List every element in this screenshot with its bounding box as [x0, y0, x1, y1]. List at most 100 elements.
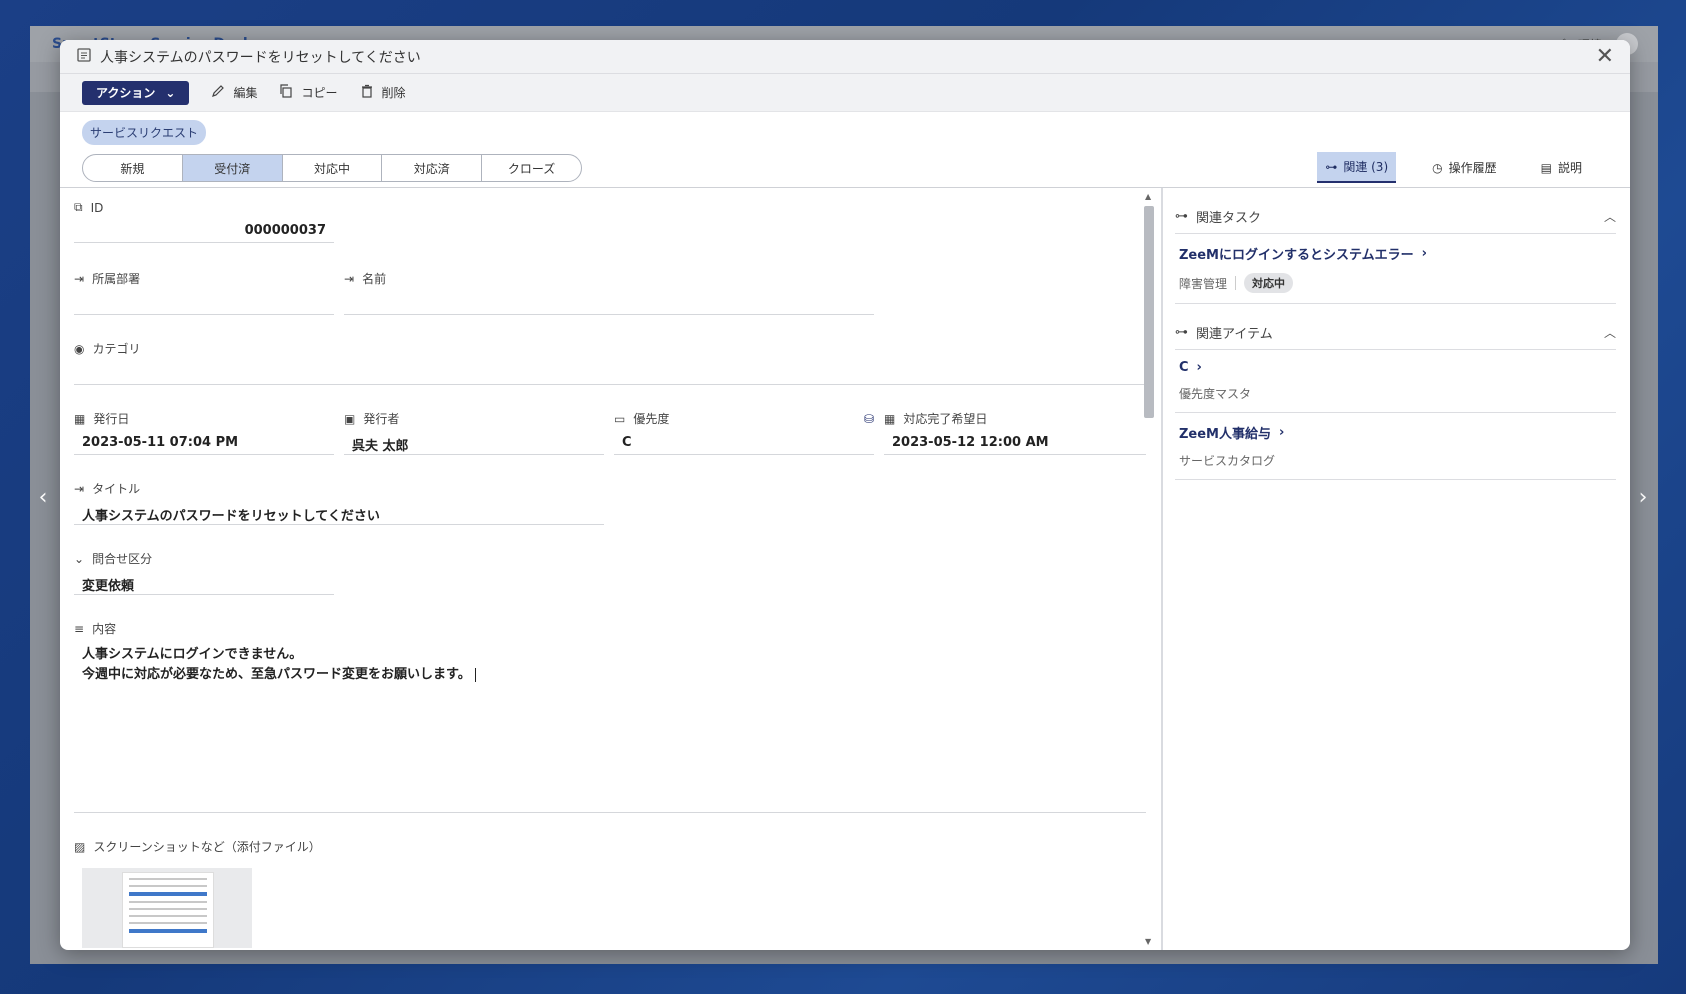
- field-priority: ▭ 優先度 ⛁ C: [614, 410, 874, 455]
- field-id-value: 000000037: [74, 223, 334, 243]
- field-inquiry-type: ⌄ 問合せ区分 変更依頼: [74, 550, 334, 595]
- database-icon[interactable]: ⛁: [864, 412, 874, 426]
- calendar-icon: ▦: [74, 411, 86, 426]
- attachment-thumbnail[interactable]: [82, 868, 252, 948]
- input-icon: ⇥: [74, 271, 85, 286]
- field-department: ⇥ 所属部署: [74, 270, 334, 315]
- modal-title: 人事システムのパスワードをリセットしてください: [100, 49, 421, 66]
- chevron-up-icon[interactable]: ︿: [1604, 324, 1616, 341]
- field-name-label: 名前: [362, 272, 387, 286]
- related-item-category: 優先度マスタ: [1179, 387, 1252, 401]
- related-task-link-text: ZeeMにログインするとシステムエラー: [1179, 248, 1414, 263]
- id-icon: ⧉: [74, 200, 83, 214]
- action-button-label: アクション: [96, 86, 156, 100]
- related-task-category: 障害管理: [1179, 276, 1228, 291]
- due-date-input[interactable]: 2023-05-12 12:00 AM: [884, 435, 1146, 455]
- document-icon: ▤: [1540, 160, 1552, 175]
- related-item-category: サービスカタログ: [1179, 454, 1276, 468]
- status-step-new[interactable]: 新規: [83, 155, 183, 181]
- input-icon: ⇥: [74, 481, 85, 496]
- record-type-chip: サービスリクエスト: [82, 120, 207, 145]
- field-priority-label: 優先度: [633, 412, 670, 426]
- status-step-resolved[interactable]: 対応済: [382, 155, 483, 181]
- field-title-label: タイトル: [92, 482, 141, 496]
- title-input[interactable]: 人事システムのパスワードをリセットしてください: [74, 505, 604, 525]
- related-items-header[interactable]: ⊶ 関連アイテム ︿: [1175, 316, 1616, 350]
- status-step-accepted[interactable]: 受付済: [182, 155, 283, 181]
- tab-history-label: 操作履歴: [1448, 161, 1497, 175]
- user-card-icon: ▣: [344, 411, 356, 426]
- priority-input[interactable]: C: [614, 435, 874, 455]
- status-badge: 対応中: [1244, 273, 1294, 293]
- field-content: ≡ 内容 人事システムにログインできません。 今週中に対応が必要なため、至急パスワ…: [74, 620, 1146, 770]
- record-form: ⧉ ID 000000037 ⇥ 所属部署 ⇥ 名前 ◉ カテゴリ ▦ 発行日 2023-…: [60, 188, 1163, 950]
- related-tasks-header[interactable]: ⊶ 関連タスク ︿: [1175, 200, 1616, 234]
- image-gallery-icon: ▨: [74, 839, 86, 854]
- inquiry-type-select[interactable]: 変更依頼: [74, 575, 334, 595]
- field-category-label: カテゴリ: [92, 342, 141, 356]
- field-issuer: ▣ 発行者 呉夫 太郎: [344, 410, 604, 455]
- field-issue-date-label: 発行日: [93, 412, 130, 426]
- action-button[interactable]: アクション ⌄: [82, 80, 190, 105]
- next-record-chevron-icon[interactable]: ›: [1630, 485, 1656, 510]
- scroll-up-icon[interactable]: ▲: [1145, 192, 1151, 201]
- radio-icon: ◉: [74, 341, 85, 356]
- text-cursor: [474, 667, 476, 682]
- copy-button-label: コピー: [301, 86, 338, 100]
- related-item-link[interactable]: C ›: [1179, 360, 1612, 375]
- field-title: ⇥ タイトル 人事システムのパスワードをリセットしてください: [74, 480, 604, 525]
- field-due-date-label: 対応完了希望日: [903, 412, 988, 426]
- copy-button[interactable]: コピー: [279, 84, 338, 101]
- chevron-right-icon: ›: [1279, 425, 1285, 440]
- trash-icon: [360, 84, 374, 101]
- status-step-closed[interactable]: クローズ: [482, 155, 581, 181]
- chevron-up-icon[interactable]: ︿: [1604, 208, 1616, 225]
- field-inquiry-type-label: 問合せ区分: [92, 552, 153, 566]
- field-id: ⧉ ID 000000037: [74, 200, 334, 243]
- content-line-2: 今週中に対応が必要なため、至急パスワード変更をお願いします。: [82, 667, 471, 682]
- tab-history[interactable]: ◷ 操作履歴: [1424, 153, 1505, 182]
- chevron-right-icon: ›: [1196, 360, 1202, 375]
- related-task-link[interactable]: ZeeMにログインするとシステムエラー ›: [1179, 244, 1612, 263]
- related-items-heading: 関連アイテム: [1196, 327, 1273, 342]
- related-panel: ⊶ 関連タスク ︿ ZeeMにログインするとシステムエラー › 障害管理 対応中…: [1163, 188, 1630, 950]
- field-category: ◉ カテゴリ: [74, 340, 1146, 385]
- department-input[interactable]: [74, 295, 334, 315]
- content-textarea[interactable]: 人事システムにログインできません。 今週中に対応が必要なため、至急パスワード変更…: [74, 645, 1146, 685]
- chevron-circle-icon: ⌄: [74, 551, 85, 566]
- field-due-date: ▦ 対応完了希望日 2023-05-12 12:00 AM: [884, 410, 1146, 455]
- tab-related[interactable]: ⊶ 関連 (3): [1317, 152, 1397, 183]
- status-progress: 新規 受付済 対応中 対応済 クローズ: [82, 154, 582, 182]
- related-task-item: ZeeMにログインするとシステムエラー › 障害管理 対応中: [1175, 234, 1616, 304]
- scroll-down-icon[interactable]: ▼: [1145, 937, 1151, 946]
- form-scrollbar[interactable]: ▲ ▼: [1143, 192, 1155, 946]
- edit-button[interactable]: 編集: [211, 84, 257, 101]
- status-step-in-progress[interactable]: 対応中: [283, 155, 383, 181]
- prev-record-chevron-icon[interactable]: ‹: [30, 485, 56, 510]
- field-content-label: 内容: [92, 622, 117, 636]
- hierarchy-icon: ⊶: [1325, 159, 1338, 174]
- name-input[interactable]: [344, 295, 874, 315]
- field-issue-date: ▦ 発行日 2023-05-11 07:04 PM: [74, 410, 334, 455]
- related-item-link-text: C: [1179, 360, 1189, 375]
- close-icon[interactable]: ✕: [1596, 45, 1614, 68]
- issuer-input[interactable]: 呉夫 太郎: [344, 435, 604, 455]
- field-issuer-label: 発行者: [363, 412, 400, 426]
- field-id-label: ID: [90, 200, 104, 215]
- field-name: ⇥ 名前: [344, 270, 874, 315]
- delete-button[interactable]: 削除: [360, 84, 406, 101]
- tab-related-label: 関連 (3): [1343, 160, 1389, 174]
- related-tasks-heading: 関連タスク: [1196, 211, 1262, 226]
- related-item: ZeeM人事給与 › サービスカタログ: [1175, 413, 1616, 480]
- tab-description[interactable]: ▤ 説明: [1533, 153, 1590, 182]
- issue-date-input[interactable]: 2023-05-11 07:04 PM: [74, 435, 334, 455]
- related-item-link-text: ZeeM人事給与: [1179, 427, 1271, 442]
- related-item: C › 優先度マスタ: [1175, 350, 1616, 413]
- modal-content: ⧉ ID 000000037 ⇥ 所属部署 ⇥ 名前 ◉ カテゴリ ▦ 発行日 2023-…: [60, 188, 1630, 950]
- clock-icon: ◷: [1432, 160, 1443, 175]
- category-input[interactable]: [74, 365, 1146, 385]
- field-department-label: 所属部署: [92, 272, 141, 286]
- chevron-down-icon: ⌄: [165, 85, 176, 100]
- related-item-link[interactable]: ZeeM人事給与 ›: [1179, 423, 1612, 442]
- scroll-thumb[interactable]: [1144, 206, 1154, 418]
